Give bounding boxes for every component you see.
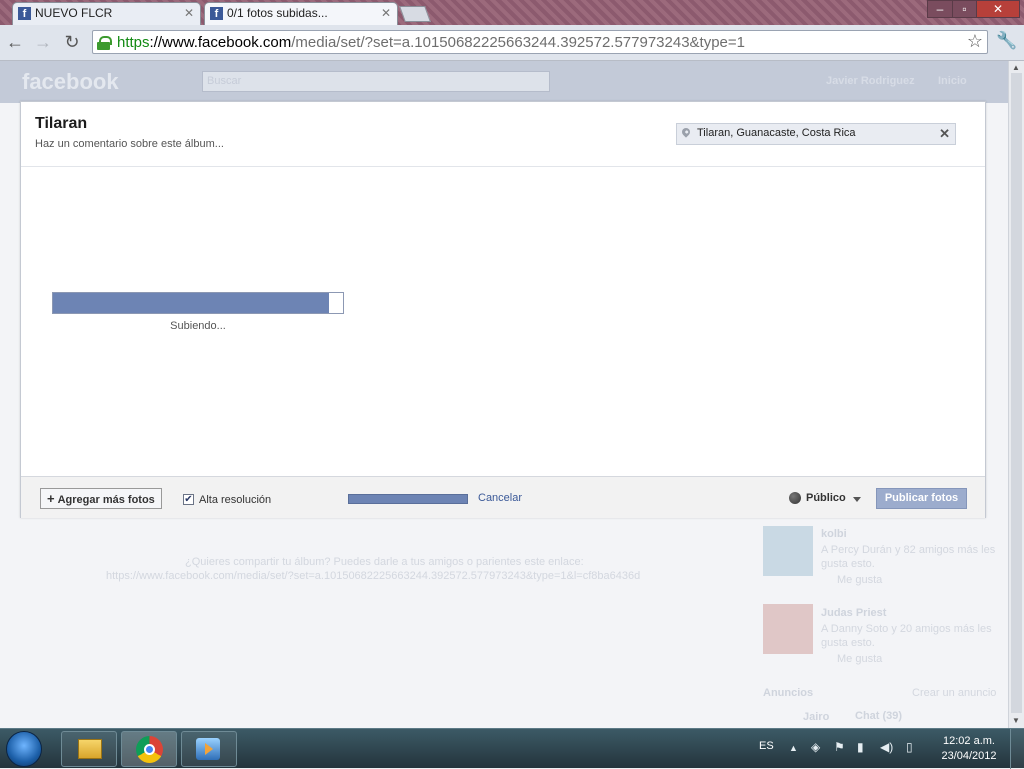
- album-title[interactable]: Tilaran: [35, 115, 87, 133]
- start-button[interactable]: [6, 731, 42, 767]
- taskbar-explorer[interactable]: [61, 731, 117, 767]
- chevron-down-icon[interactable]: [853, 497, 861, 502]
- close-tab-icon[interactable]: ✕: [184, 3, 194, 24]
- volume-icon[interactable]: ◀): [880, 740, 893, 754]
- ad-like-link: Me gusta: [837, 653, 883, 665]
- facebook-icon: f: [18, 7, 31, 20]
- facebook-home-link: Inicio: [938, 75, 967, 87]
- ad-title: Judas Priest: [821, 607, 887, 619]
- share-link-text: https://www.facebook.com/media/set/?set=…: [106, 570, 641, 582]
- browser-toolbar: ← → ↻ https://www.facebook.com/media/set…: [0, 25, 1024, 61]
- new-tab-button[interactable]: [399, 6, 431, 22]
- reload-icon[interactable]: ↻: [61, 31, 83, 53]
- ad-image-kolbi: [763, 526, 813, 576]
- ad-text: A Danny Soto y 20 amigos más les: [821, 623, 992, 635]
- lock-icon-body: [97, 42, 110, 50]
- upload-progress-fill: [53, 293, 329, 313]
- create-ad-link: Crear un anuncio: [912, 687, 997, 699]
- tab-nuevo-flcr[interactable]: f NUEVO FLCR ✕: [12, 2, 201, 25]
- forward-arrow-icon[interactable]: →: [32, 31, 54, 53]
- windows-taskbar: ES ▲ ◈ ⚑ ▮ ◀) ▯ 12:02 a.m. 23/04/2012: [0, 728, 1024, 769]
- back-arrow-icon[interactable]: ←: [4, 31, 26, 53]
- ad-text: gusta esto.: [821, 558, 875, 570]
- scroll-up-arrow-icon[interactable]: ▲: [1012, 63, 1020, 72]
- facebook-logo: facebook: [22, 69, 119, 94]
- privacy-selector[interactable]: Público: [806, 492, 846, 504]
- high-resolution-checkbox[interactable]: ✔: [183, 494, 194, 505]
- chat-user: Jairo: [803, 711, 830, 723]
- chat-button: Chat (39): [855, 710, 903, 722]
- page-scrollbar[interactable]: ▲ ▼: [1008, 61, 1024, 728]
- wrench-menu-icon[interactable]: 🔧: [996, 31, 1017, 51]
- ad-title: kolbi: [821, 528, 847, 540]
- ads-header: Anuncios: [763, 687, 814, 699]
- show-desktop-button[interactable]: [1010, 729, 1024, 769]
- taskbar-media-player[interactable]: [181, 731, 237, 767]
- globe-icon: [789, 492, 801, 504]
- close-tab-icon[interactable]: ✕: [381, 3, 391, 24]
- network-icon[interactable]: ▮: [857, 740, 864, 754]
- bookmark-star-icon[interactable]: ☆: [967, 31, 983, 52]
- clock-date: 23/04/2012: [941, 750, 997, 762]
- dialog-footer: + Agregar más fotos ✔ Alta resolución Can…: [21, 476, 985, 518]
- dialog-divider: [21, 166, 985, 167]
- scrollbar-thumb[interactable]: [1011, 73, 1022, 713]
- url-host: ://www.facebook.com: [149, 34, 292, 51]
- add-more-photos-label: Agregar más fotos: [57, 494, 155, 506]
- chrome-icon: [136, 736, 163, 763]
- tab-title: NUEVO FLCR: [35, 6, 113, 20]
- power-icon[interactable]: ▯: [906, 740, 913, 754]
- overall-progress-bar: [348, 494, 468, 504]
- ad-image-judas-priest: [763, 604, 813, 654]
- album-comment-field[interactable]: Haz un comentario sobre este álbum...: [35, 138, 224, 150]
- cancel-link[interactable]: Cancelar: [478, 492, 522, 504]
- tab-title: 0/1 fotos subidas...: [227, 6, 328, 20]
- url-text: https://www.facebook.com/media/set/?set=…: [117, 34, 745, 51]
- uploading-status: Subiendo...: [170, 320, 226, 332]
- facebook-header: facebook Buscar Javier Rodriguez Inicio: [0, 61, 1008, 103]
- maximize-button[interactable]: ▫: [952, 0, 977, 18]
- ad-like-link: Me gusta: [837, 574, 883, 586]
- browser-titlebar: f NUEVO FLCR ✕ f 0/1 fotos subidas... ✕ …: [0, 0, 1024, 25]
- location-field[interactable]: Tilaran, Guanacaste, Costa Rica ✕: [676, 123, 956, 145]
- share-prompt-text: ¿Quieres compartir tu álbum? Puedes darl…: [185, 556, 584, 568]
- location-pin-icon: [680, 126, 692, 138]
- upload-progress-bar: [52, 292, 344, 314]
- url-path: /media/set/?set=a.10150682225663244.3925…: [291, 34, 746, 51]
- language-indicator[interactable]: ES: [759, 740, 774, 752]
- folder-icon: [78, 739, 102, 759]
- show-hidden-icons-icon[interactable]: ▲: [789, 743, 798, 753]
- clear-location-icon[interactable]: ✕: [939, 126, 950, 142]
- media-player-icon: [196, 738, 220, 760]
- minimize-button[interactable]: –: [927, 0, 953, 18]
- ad-text: A Percy Durán y 82 amigos más les: [821, 544, 996, 556]
- taskbar-chrome[interactable]: [121, 731, 177, 767]
- facebook-user-link: Javier Rodriguez: [826, 75, 915, 87]
- dropbox-icon[interactable]: ◈: [811, 740, 820, 754]
- clock-time: 12:02 a.m.: [943, 735, 995, 747]
- location-text: Tilaran, Guanacaste, Costa Rica: [697, 127, 856, 139]
- url-protocol: https: [117, 34, 150, 51]
- plus-icon: +: [47, 491, 55, 506]
- tab-fotos-subidas[interactable]: f 0/1 fotos subidas... ✕: [204, 2, 398, 25]
- system-clock[interactable]: 12:02 a.m. 23/04/2012: [934, 734, 1004, 764]
- address-bar[interactable]: https://www.facebook.com/media/set/?set=…: [92, 30, 988, 54]
- facebook-icon: f: [210, 7, 223, 20]
- facebook-search-input: Buscar: [202, 71, 550, 92]
- ad-text: gusta esto.: [821, 637, 875, 649]
- high-resolution-label[interactable]: Alta resolución: [199, 494, 271, 506]
- scroll-down-arrow-icon[interactable]: ▼: [1012, 716, 1020, 725]
- add-more-photos-button[interactable]: + Agregar más fotos: [40, 488, 162, 509]
- close-window-button[interactable]: ✕: [976, 0, 1020, 18]
- publish-photos-button[interactable]: Publicar fotos: [876, 488, 967, 509]
- action-center-flag-icon[interactable]: ⚑: [834, 740, 845, 754]
- photo-upload-dialog: Tilaran Haz un comentario sobre este álb…: [20, 101, 986, 518]
